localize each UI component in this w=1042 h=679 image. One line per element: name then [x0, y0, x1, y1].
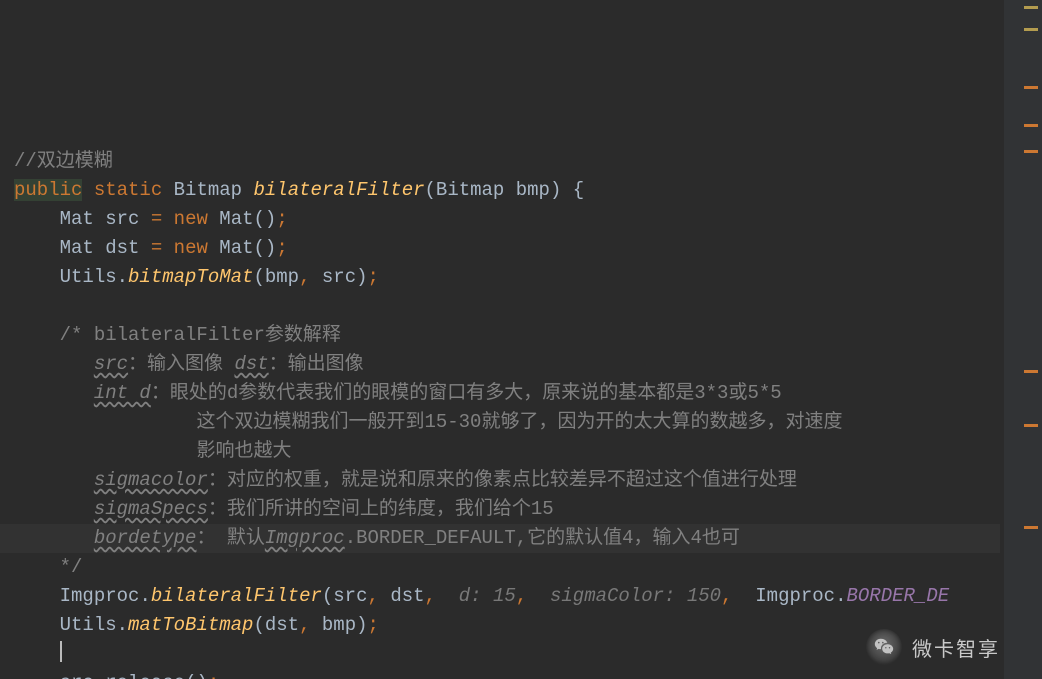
block-comment-open: /* bilateralFilter参数解释 — [60, 324, 341, 346]
code-content: //双边模糊 public static Bitmap bilateralFil… — [14, 118, 1000, 679]
param-type: Bitmap — [436, 179, 504, 201]
minimap-mark — [1024, 124, 1038, 127]
minimap-mark — [1024, 86, 1038, 89]
param-name: bmp — [516, 179, 550, 201]
text-caret — [60, 641, 62, 662]
wechat-icon — [866, 629, 902, 665]
editor-minimap[interactable] — [1004, 0, 1042, 679]
hint-sigma: sigmaColor: — [550, 585, 675, 607]
kw-static: static — [94, 179, 162, 201]
comment-line: //双边模糊 — [14, 150, 113, 172]
minimap-mark — [1024, 526, 1038, 529]
kw-public: public — [14, 179, 82, 201]
block-comment-close: */ — [60, 556, 83, 578]
minimap-mark — [1024, 424, 1038, 427]
call-bilateral: bilateralFilter — [151, 585, 322, 607]
minimap-mark — [1024, 370, 1038, 373]
code-editor[interactable]: //双边模糊 public static Bitmap bilateralFil… — [0, 0, 1000, 679]
const-border: BORDER_DE — [847, 585, 950, 607]
watermark-text: 微卡智享 — [912, 633, 1000, 662]
method-name: bilateralFilter — [253, 179, 424, 201]
type-mat: Mat — [60, 208, 94, 230]
hint-d: d: — [459, 585, 482, 607]
minimap-mark — [1024, 6, 1038, 9]
minimap-mark — [1024, 28, 1038, 31]
return-type: Bitmap — [174, 179, 242, 201]
minimap-mark — [1024, 150, 1038, 153]
watermark: 微卡智享 — [866, 629, 1000, 665]
